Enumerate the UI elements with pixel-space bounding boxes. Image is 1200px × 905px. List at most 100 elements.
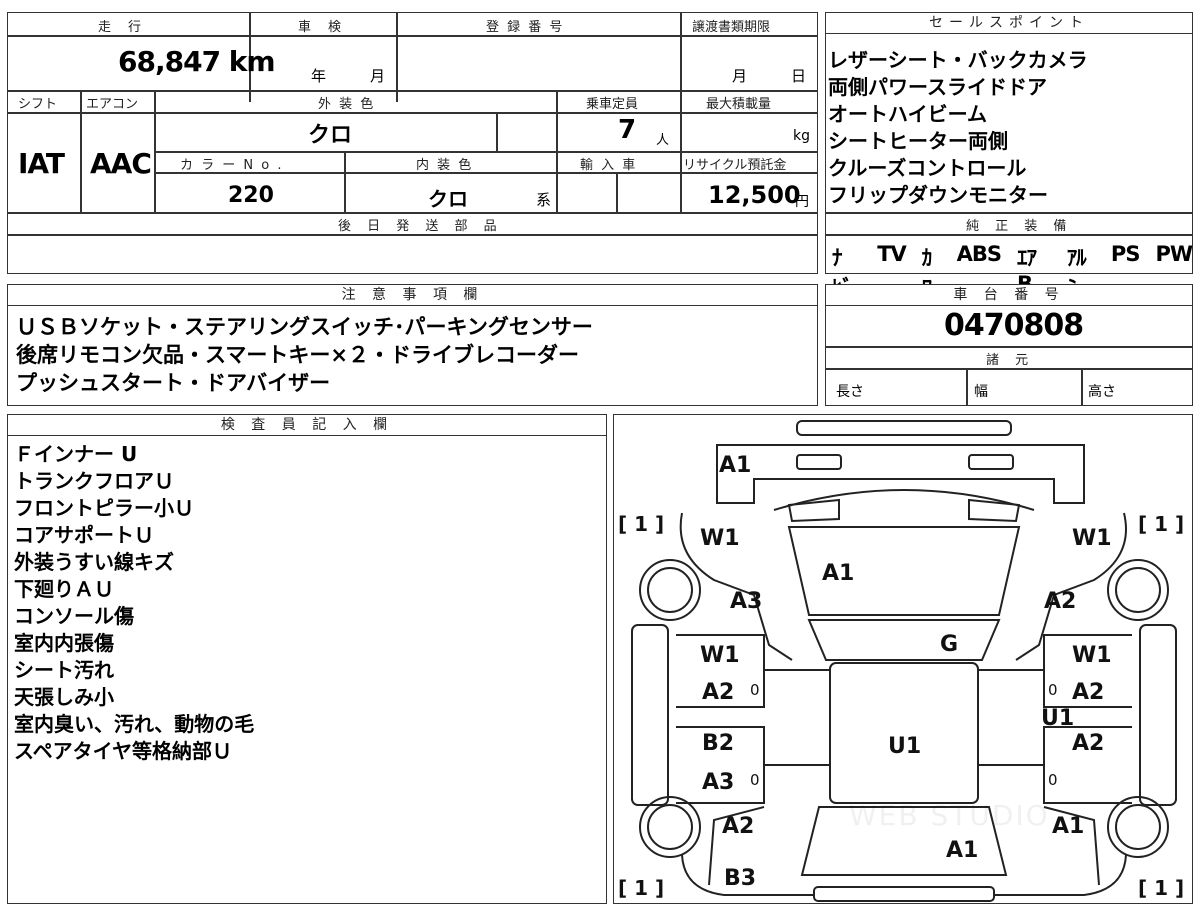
label-rr-quarter: A1	[1052, 814, 1084, 839]
capacity-unit: 人	[656, 133, 670, 148]
inspector-lines: Ｆインナー U トランクフロアＵ フロントピラー小Ｕ コアサポートＵ 外装うすい…	[14, 441, 254, 765]
spec-width: 幅	[974, 384, 988, 400]
label-rf-door-w: W1	[1072, 643, 1112, 668]
capacity-header: 乗車定員	[586, 97, 639, 112]
max-load-unit: kg	[793, 128, 810, 144]
sales-point-item: クルーズコントロール	[828, 156, 1027, 180]
note-line: 後席リモコン欠品・スマートキー×２・ドライブレコーダー	[16, 343, 579, 367]
inspector-line: コンソール傷	[14, 604, 134, 628]
inspector-line: 室内臭い、汚れ、動物の毛	[14, 712, 255, 736]
tire-mark-rr: [ 1 ]	[1138, 876, 1184, 900]
watermark: WEB STUDIO	[849, 799, 1050, 832]
recycle-fee-header: リサイクル預託金	[683, 158, 787, 173]
inspection-header: 車 検	[298, 20, 344, 35]
tire-mark-rf: [ 1 ]	[1138, 512, 1184, 536]
exterior-color-header: 外 装 色	[318, 97, 376, 112]
inspector-line: 天張しみ小	[14, 685, 114, 709]
inspection-month: 月	[370, 67, 386, 85]
mileage-value: 68,847 km	[118, 45, 276, 78]
import-header: 輸 入 車	[580, 158, 638, 173]
label-lr-lower: B3	[724, 866, 756, 891]
recycle-fee-value: 12,500	[708, 181, 801, 209]
transfer-month: 月	[732, 67, 748, 85]
inspector-line: 室内内張傷	[14, 631, 114, 655]
exterior-color-value: クロ	[308, 123, 353, 148]
spec-height: 高さ	[1088, 384, 1116, 400]
inspector-panel: 検 査 員 記 入 欄 Ｆインナー U トランクフロアＵ フロントピラー小Ｕ コ…	[7, 414, 607, 904]
chassis-panel: 車 台 番 号 0470808 諸 元 長さ 幅 高さ	[825, 284, 1193, 406]
car-diagram-panel: A1 A1 G U1 A1 U1 W1 A3 W1 A2 W1 A2 W1 A2…	[613, 414, 1193, 904]
sales-points-list: レザーシート・バックカメラ 両側パワースライドドア オートハイビーム シートヒー…	[828, 47, 1088, 209]
inspector-line: Ｆインナー U	[14, 442, 138, 466]
interior-color-suffix: 系	[536, 191, 552, 209]
inspector-line: フロントピラー小Ｕ	[14, 496, 194, 520]
vehicle-info-table: 走 行 車 検 登 録 番 号 譲渡書類期限 68,847 km 年 月 月 日…	[7, 12, 818, 274]
zero-mark: 0	[1048, 771, 1058, 789]
label-rear: A1	[946, 838, 978, 863]
tire-mark-lr: [ 1 ]	[618, 876, 664, 900]
color-no-value: 220	[228, 183, 274, 208]
max-load-header: 最大積載量	[706, 97, 772, 112]
capacity-value: 7	[618, 115, 637, 145]
sales-point-item: オートハイビーム	[828, 102, 987, 126]
label-lr-quarter: A2	[722, 814, 754, 839]
chassis-title: 車 台 番 号	[826, 285, 1192, 306]
transfer-deadline-header: 譲渡書類期限	[692, 20, 771, 35]
label-lf-door-w: W1	[700, 643, 740, 668]
car-diagram: A1 A1 G U1 A1 U1 W1 A3 W1 A2 W1 A2 W1 A2…	[618, 420, 1184, 902]
sales-point-item: 両側パワースライドドア	[828, 75, 1047, 99]
label-rf-fender-a: A2	[1044, 589, 1076, 614]
inspector-line: スペアタイヤ等格納部Ｕ	[14, 739, 232, 763]
color-no-header: カ ラ ー N o .	[180, 158, 284, 173]
interior-color-value: クロ	[428, 187, 468, 211]
sales-point-item: レザーシート・バックカメラ	[828, 48, 1088, 72]
recycle-fee-unit: 円	[795, 194, 809, 210]
inspector-line: トランクフロアＵ	[14, 469, 174, 493]
label-right-center: U1	[1041, 706, 1074, 731]
label-front: A1	[719, 453, 751, 478]
transfer-day: 日	[791, 67, 807, 85]
sales-points-panel: セールスポイント レザーシート・バックカメラ 両側パワースライドドア オートハイ…	[825, 12, 1193, 300]
sales-points-title: セールスポイント	[826, 13, 1192, 34]
notes-lines: ＵＳＢソケット・ステアリングスイッチ･パーキングセンサー 後席リモコン欠品・スマ…	[16, 313, 593, 397]
interior-color-header: 内 装 色	[416, 158, 474, 173]
label-lf-door-a: A2	[702, 680, 734, 705]
aircon-value: AAC	[90, 147, 152, 180]
label-lr-door-a: A3	[702, 770, 734, 795]
inspector-line: 下廻りＡＵ	[14, 577, 114, 601]
inspector-line: シート汚れ	[14, 658, 114, 682]
aircon-header: エアコン	[86, 97, 139, 112]
note-line: ＵＳＢソケット・ステアリングスイッチ･パーキングセンサー	[16, 315, 593, 339]
zero-mark: 0	[750, 681, 760, 699]
tire-mark-lf: [ 1 ]	[618, 512, 664, 536]
label-hood: A1	[822, 561, 854, 586]
notes-title: 注 意 事 項 欄	[8, 285, 817, 306]
sales-point-item: シートヒーター両側	[828, 129, 1008, 153]
shift-value: IAT	[18, 147, 65, 180]
label-windshield: G	[940, 632, 958, 657]
zero-mark: 0	[1048, 681, 1058, 699]
specs-title: 諸 元	[986, 353, 1035, 368]
genuine-equipment-title: 純 正 装 備	[966, 219, 1073, 234]
zero-mark: 0	[750, 771, 760, 789]
label-lf-fender-w: W1	[700, 526, 740, 551]
later-parts-header: 後 日 発 送 部 品	[338, 219, 503, 234]
shift-header: シフト	[18, 97, 58, 112]
label-lf-fender-a: A3	[730, 589, 762, 614]
label-rr-door-a: A2	[1072, 731, 1104, 756]
label-lr-door-b: B2	[702, 731, 734, 756]
inspector-line: コアサポートＵ	[14, 523, 154, 547]
inspector-title: 検 査 員 記 入 欄	[8, 415, 606, 436]
label-rf-door-a: A2	[1072, 680, 1104, 705]
mileage-header: 走 行	[98, 20, 144, 35]
notes-panel: 注 意 事 項 欄 ＵＳＢソケット・ステアリングスイッチ･パーキングセンサー 後…	[7, 284, 818, 406]
inspector-line: 外装うすい線キズ	[14, 550, 174, 574]
sales-point-item: フリップダウンモニター	[828, 183, 1048, 207]
registration-header: 登 録 番 号	[486, 20, 565, 35]
note-line: プッシュスタート・ドアバイザー	[16, 371, 331, 395]
chassis-number: 0470808	[944, 308, 1084, 343]
spec-length: 長さ	[836, 384, 864, 400]
label-roof: U1	[888, 734, 921, 759]
label-rf-fender-w: W1	[1072, 526, 1112, 551]
inspection-year: 年	[311, 67, 327, 85]
